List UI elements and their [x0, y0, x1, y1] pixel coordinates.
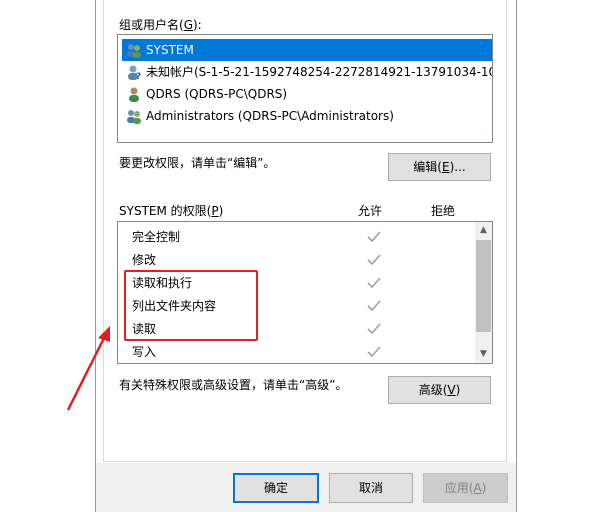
- allow-check-icon: [367, 254, 381, 266]
- ok-button[interactable]: 确定: [233, 473, 319, 503]
- group-users-icon: [127, 44, 141, 58]
- users-listbox[interactable]: SYSTEM ? 未知帐户(S-1-5-21-1592748254-227281…: [117, 34, 493, 143]
- advanced-button[interactable]: 高级(V): [388, 376, 491, 404]
- permission-name: 完全控制: [132, 230, 181, 244]
- user-name: SYSTEM: [146, 43, 194, 57]
- advanced-settings-text: 有关特殊权限或高级设置，请单击“高级”。: [119, 378, 348, 392]
- permissions-scrollbar[interactable]: ▲ ▼: [475, 222, 492, 363]
- allow-check-icon: [367, 231, 381, 243]
- annotation-highlight-box: [124, 270, 258, 341]
- user-name: 未知帐户(S-1-5-21-1592748254-2272814921-1379…: [146, 65, 492, 79]
- user-row-administrators[interactable]: Administrators (QDRS-PC\Administrators): [122, 105, 492, 127]
- change-permissions-text: 要更改权限，请单击“编辑”。: [119, 156, 276, 170]
- allow-check-icon: [367, 300, 381, 312]
- permission-row: 写入: [132, 341, 156, 364]
- permission-row: 完全控制: [132, 226, 180, 249]
- user-row-unknown[interactable]: ? 未知帐户(S-1-5-21-1592748254-2272814921-13…: [122, 61, 492, 83]
- allow-column-header: 允许: [358, 204, 383, 218]
- edit-button[interactable]: 编辑(E)...: [388, 153, 491, 181]
- permissions-label-accel: P: [211, 204, 219, 218]
- advanced-button-label: 高级(: [418, 383, 448, 397]
- user-icon: [129, 87, 139, 102]
- window-left-border: [95, 0, 96, 512]
- advanced-button-label-end: ): [455, 383, 461, 397]
- permission-name: 写入: [132, 345, 157, 359]
- group-users-accel: G: [183, 18, 193, 32]
- user-name: Administrators (QDRS-PC\Administrators): [146, 109, 394, 123]
- permission-row: 修改: [132, 249, 156, 272]
- edit-button-label: 编辑(: [413, 160, 442, 174]
- user-row-qdrs[interactable]: QDRS (QDRS-PC\QDRS): [122, 83, 492, 105]
- apply-button-accel: A: [473, 481, 482, 495]
- allow-check-icon: [367, 277, 381, 289]
- window-right-border: [516, 0, 517, 512]
- group-users-label-text: 组或用户名(: [119, 18, 184, 32]
- group-users-label: 组或用户名(G):: [119, 16, 202, 33]
- edit-button-label-end: )...: [449, 160, 466, 174]
- scrollbar-thumb[interactable]: [476, 240, 491, 332]
- apply-button-label: 应用(: [444, 481, 474, 495]
- permissions-label-end: ): [218, 204, 224, 218]
- allow-check-icon: [367, 346, 381, 358]
- cancel-button[interactable]: 取消: [329, 473, 413, 503]
- permission-name: 修改: [132, 253, 157, 267]
- group-users-label-end: ):: [193, 18, 202, 32]
- deny-column-header: 拒绝: [431, 204, 456, 218]
- annotation-arrow-icon: [66, 326, 110, 411]
- apply-button[interactable]: 应用(A): [423, 473, 508, 503]
- user-row-system[interactable]: SYSTEM: [122, 39, 492, 61]
- unknown-user-icon: ?: [128, 65, 141, 80]
- user-name: QDRS (QDRS-PC\QDRS): [146, 87, 288, 101]
- apply-button-label-end: ): [481, 481, 487, 495]
- edit-button-accel: E: [441, 160, 450, 174]
- scroll-down-icon[interactable]: ▼: [475, 346, 492, 363]
- permissions-label: SYSTEM 的权限(P): [119, 202, 223, 219]
- permissions-label-text: SYSTEM 的权限(: [119, 204, 212, 218]
- advanced-button-accel: V: [447, 383, 456, 397]
- svg-text:?: ?: [136, 72, 141, 80]
- allow-check-icon: [367, 323, 381, 335]
- group-users-icon: [127, 110, 141, 124]
- scroll-up-icon[interactable]: ▲: [475, 222, 492, 239]
